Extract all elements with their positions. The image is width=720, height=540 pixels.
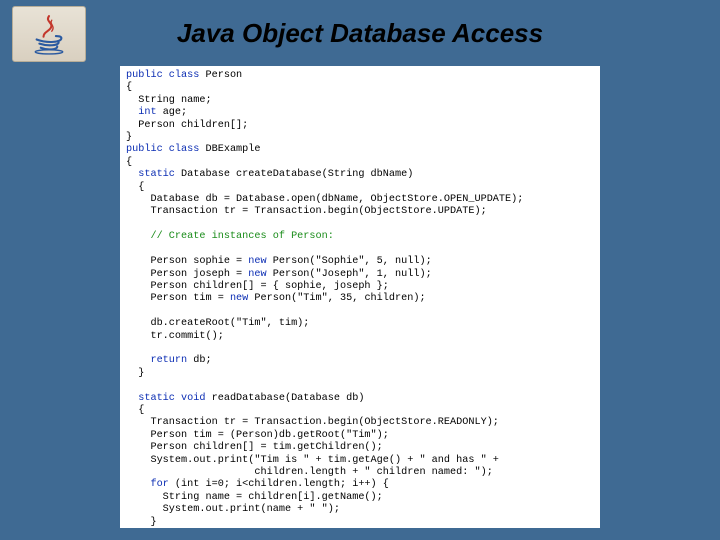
code-text: { <box>126 82 132 93</box>
code-text: } <box>126 517 157 528</box>
code-text: static void <box>126 393 205 404</box>
code-text: String name = children[i].getName(); <box>126 492 383 503</box>
code-text: age; <box>157 107 188 118</box>
code-text: (int i=0; i<children.length; i++) { <box>169 479 389 490</box>
slide-title: Java Object Database Access <box>0 18 720 49</box>
code-text: new <box>248 256 266 267</box>
code-text: public class <box>126 70 199 81</box>
code-text: String name; <box>126 95 212 106</box>
code-text: new <box>230 293 248 304</box>
code-text: int <box>126 107 157 118</box>
code-text: { <box>126 405 144 416</box>
code-text: static <box>126 169 175 180</box>
code-text: } <box>126 132 132 143</box>
code-text: Database db = Database.open(dbName, Obje… <box>126 194 523 205</box>
code-text: Person("Sophie", 5, null); <box>267 256 432 267</box>
code-text: Person joseph = <box>126 269 248 280</box>
code-text: db; <box>187 355 211 366</box>
code-text: { <box>126 157 132 168</box>
code-text: Transaction tr = Transaction.begin(Objec… <box>126 206 487 217</box>
code-text: children.length + " children named: "); <box>126 467 493 478</box>
code-text: Person children[] = tim.getChildren(); <box>126 442 383 453</box>
code-text: Person tim = <box>126 293 230 304</box>
slide-root: Java Object Database Access public class… <box>0 0 720 540</box>
code-text: System.out.print("Tim is " + tim.getAge(… <box>126 455 499 466</box>
code-text: DBExample <box>199 144 260 155</box>
code-text: new <box>248 269 266 280</box>
code-text: readDatabase(Database db) <box>205 393 364 404</box>
code-text: Person tim = (Person)db.getRoot("Tim"); <box>126 430 389 441</box>
code-text: Person("Tim", 35, children); <box>248 293 425 304</box>
code-text: Person children[] = { sophie, joseph }; <box>126 281 389 292</box>
code-text: tr.commit(); <box>126 331 224 342</box>
code-text: System.out.print(name + " "); <box>126 504 340 515</box>
code-text: public class <box>126 144 199 155</box>
code-text: Person("Joseph", 1, null); <box>267 269 432 280</box>
code-comment: // Create instances of Person: <box>126 231 334 242</box>
code-text: { <box>126 182 144 193</box>
code-text: Transaction tr = Transaction.begin(Objec… <box>126 417 499 428</box>
code-text: Person children[]; <box>126 120 248 131</box>
code-pre: public class Person { String name; int a… <box>126 70 594 528</box>
code-text: return <box>126 355 187 366</box>
code-text: db.createRoot("Tim", tim); <box>126 318 309 329</box>
code-text: } <box>126 368 144 379</box>
code-listing: public class Person { String name; int a… <box>120 66 600 528</box>
code-text: for <box>126 479 169 490</box>
code-text: Person sophie = <box>126 256 248 267</box>
code-text: Person <box>199 70 242 81</box>
code-text: Database createDatabase(String dbName) <box>175 169 413 180</box>
